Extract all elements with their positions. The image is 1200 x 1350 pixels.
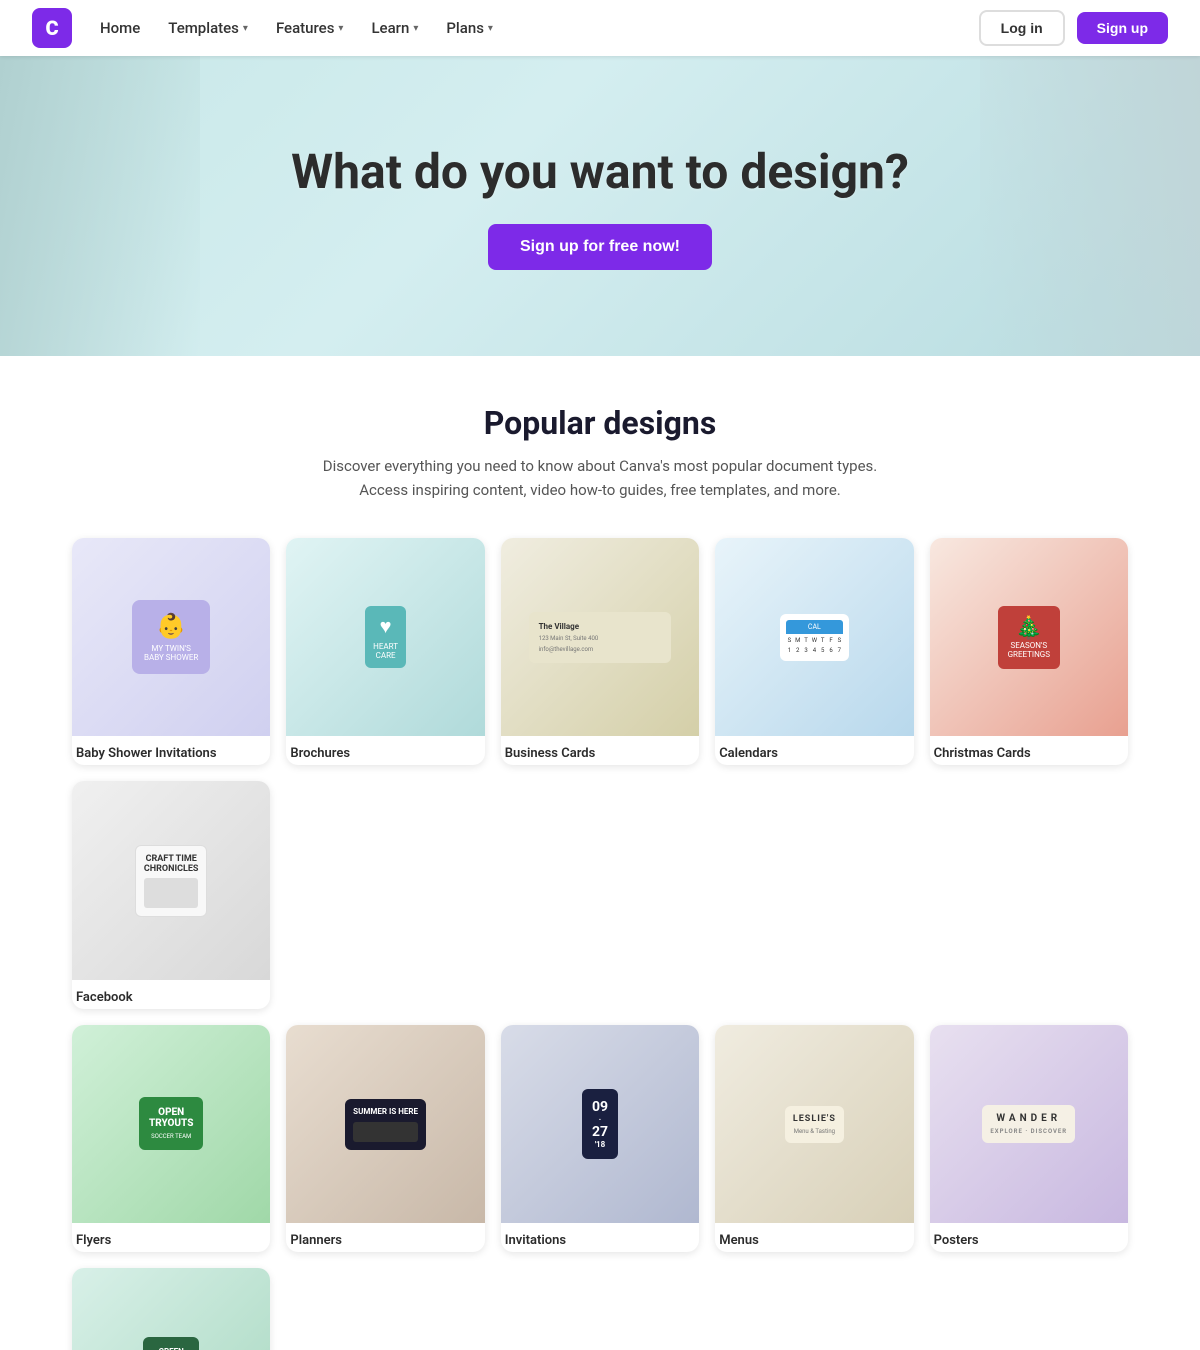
card-baby-shower[interactable]: 👶MY TWIN'SBABY SHOWER Baby Shower Invita…	[72, 538, 270, 765]
popular-description: Discover everything you need to know abo…	[300, 454, 900, 502]
card-business-cards[interactable]: The Village 123 Main St, Suite 400 info@…	[501, 538, 699, 765]
card-thumb-menus: LESLIE'SMenu & Tasting	[735, 1045, 894, 1204]
nav-learn[interactable]: Learn ▾	[359, 13, 430, 43]
card-image-christmas-cards: 🎄SEASON'SGREETINGS	[930, 538, 1128, 736]
logo-letter: C	[45, 16, 58, 40]
nav-features[interactable]: Features ▾	[264, 13, 356, 43]
card-label-facebook: Facebook	[72, 980, 270, 1009]
card-brochures[interactable]: ♥HEARTCARE Brochures	[286, 538, 484, 765]
card-flyers[interactable]: OPENTRYOUTSSOCCER TEAM Flyers	[72, 1025, 270, 1252]
nav-home[interactable]: Home	[88, 13, 152, 43]
hero-content: What do you want to design? Sign up for …	[291, 143, 909, 270]
card-thumb-invitations2: 09·27'18	[521, 1045, 680, 1204]
card-thumb-logos: GREENFOUNDER💎	[92, 1288, 251, 1350]
card-posters[interactable]: WANDEREXPLORE · DISCOVER Posters	[930, 1025, 1128, 1252]
card-thumb-business-cards: The Village 123 Main St, Suite 400 info@…	[521, 558, 680, 717]
card-image-brochures: ♥HEARTCARE	[286, 538, 484, 736]
card-thumb-facebook: CRAFT TIMECHRONICLES	[92, 801, 251, 960]
hero-deco-right	[980, 56, 1200, 356]
card-label-invitations2: Invitations	[501, 1223, 699, 1252]
card-calendars[interactable]: CAL SMTWTFS 1234567 Calendars	[715, 538, 913, 765]
card-label-planners: Planners	[286, 1223, 484, 1252]
signup-button[interactable]: Sign up	[1077, 12, 1168, 44]
card-image-planners: SUMMER IS HERE	[286, 1025, 484, 1223]
plans-chevron-icon: ▾	[488, 23, 493, 34]
features-chevron-icon: ▾	[338, 23, 343, 34]
card-label-business-cards: Business Cards	[501, 736, 699, 765]
card-label-christmas-cards: Christmas Cards	[930, 736, 1128, 765]
card-label-flyers: Flyers	[72, 1223, 270, 1252]
card-label-baby-shower: Baby Shower Invitations	[72, 736, 270, 765]
hero-cta-button[interactable]: Sign up for free now!	[488, 224, 712, 270]
canva-logo[interactable]: C	[32, 8, 72, 48]
card-image-invitations2: 09·27'18	[501, 1025, 699, 1223]
card-label-posters: Posters	[930, 1223, 1128, 1252]
card-facebook[interactable]: CRAFT TIMECHRONICLES Facebook	[72, 781, 270, 1008]
login-button[interactable]: Log in	[979, 10, 1065, 46]
card-image-baby-shower: 👶MY TWIN'SBABY SHOWER	[72, 538, 270, 736]
card-thumb-calendars: CAL SMTWTFS 1234567	[735, 558, 894, 717]
card-grid-row2: OPENTRYOUTSSOCCER TEAM Flyers SUMMER IS …	[72, 1025, 1128, 1350]
card-logos[interactable]: GREENFOUNDER💎 Logos	[72, 1268, 270, 1350]
card-christmas-cards[interactable]: 🎄SEASON'SGREETINGS Christmas Cards	[930, 538, 1128, 765]
card-image-calendars: CAL SMTWTFS 1234567	[715, 538, 913, 736]
hero-title: What do you want to design?	[291, 143, 909, 200]
card-image-facebook: CRAFT TIMECHRONICLES	[72, 781, 270, 979]
templates-chevron-icon: ▾	[243, 23, 248, 34]
card-grid-row1: 👶MY TWIN'SBABY SHOWER Baby Shower Invita…	[72, 538, 1128, 1009]
nav-right: Log in Sign up	[979, 10, 1168, 46]
card-label-calendars: Calendars	[715, 736, 913, 765]
nav-left: C Home Templates ▾ Features ▾ Learn ▾ Pl…	[32, 8, 505, 48]
card-image-posters: WANDEREXPLORE · DISCOVER	[930, 1025, 1128, 1223]
card-thumb-brochures: ♥HEARTCARE	[306, 558, 465, 717]
card-image-business-cards: The Village 123 Main St, Suite 400 info@…	[501, 538, 699, 736]
hero-deco-left	[0, 56, 200, 356]
card-label-brochures: Brochures	[286, 736, 484, 765]
learn-chevron-icon: ▾	[413, 23, 418, 34]
card-menus[interactable]: LESLIE'SMenu & Tasting Menus	[715, 1025, 913, 1252]
card-image-menus: LESLIE'SMenu & Tasting	[715, 1025, 913, 1223]
card-thumb-planners: SUMMER IS HERE	[306, 1045, 465, 1204]
popular-title: Popular designs	[72, 404, 1128, 442]
card-thumb-posters: WANDEREXPLORE · DISCOVER	[949, 1045, 1108, 1204]
card-image-flyers: OPENTRYOUTSSOCCER TEAM	[72, 1025, 270, 1223]
hero-section: What do you want to design? Sign up for …	[0, 56, 1200, 356]
card-thumb-christmas-cards: 🎄SEASON'SGREETINGS	[949, 558, 1108, 717]
card-thumb-baby-shower: 👶MY TWIN'SBABY SHOWER	[92, 558, 251, 717]
card-label-menus: Menus	[715, 1223, 913, 1252]
nav-links: Home Templates ▾ Features ▾ Learn ▾ Plan…	[88, 13, 505, 43]
popular-section: Popular designs Discover everything you …	[0, 356, 1200, 1350]
card-image-logos: GREENFOUNDER💎	[72, 1268, 270, 1350]
main-nav: C Home Templates ▾ Features ▾ Learn ▾ Pl…	[0, 0, 1200, 56]
nav-plans[interactable]: Plans ▾	[434, 13, 505, 43]
card-invitations2[interactable]: 09·27'18 Invitations	[501, 1025, 699, 1252]
nav-templates[interactable]: Templates ▾	[156, 13, 260, 43]
card-thumb-flyers: OPENTRYOUTSSOCCER TEAM	[92, 1045, 251, 1204]
card-planners[interactable]: SUMMER IS HERE Planners	[286, 1025, 484, 1252]
